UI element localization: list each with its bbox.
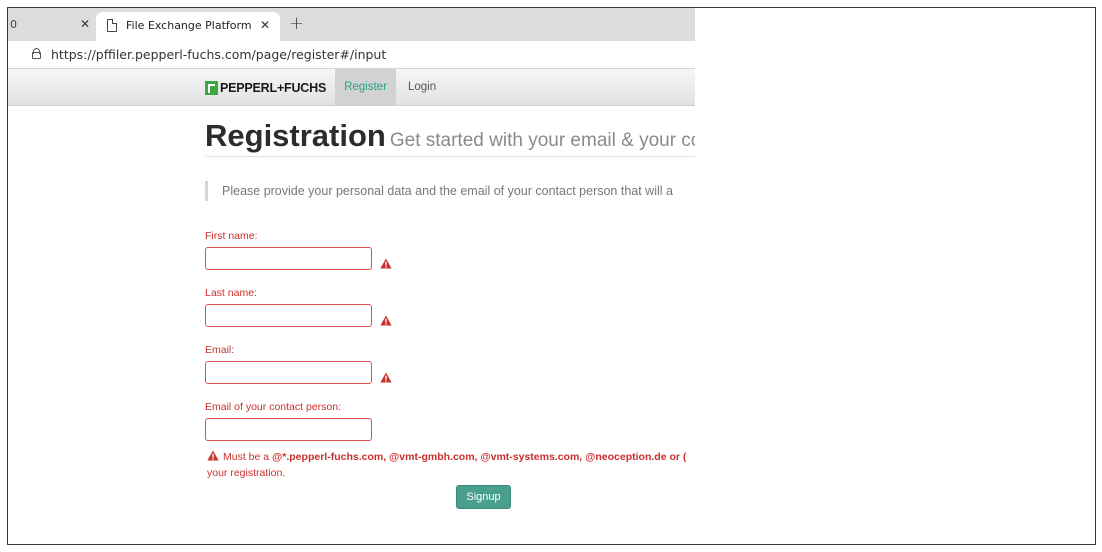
page-title: Registration	[205, 118, 386, 153]
tab-previous[interactable]: 0 ✕	[8, 8, 98, 41]
tab-previous-title: 0	[10, 18, 17, 31]
divider	[205, 156, 695, 157]
contact-email-error: Must be a @*.pepperl-fuchs.com, @vmt-gmb…	[207, 450, 686, 481]
page-subtitle: Get started with your email & your cor	[389, 130, 695, 151]
lock-icon[interactable]	[32, 48, 41, 59]
url-text[interactable]: https://pffiler.pepperl-fuchs.com/page/r…	[51, 47, 386, 62]
email-label: Email:	[205, 344, 235, 356]
tab-active-title: File Exchange Platform	[126, 19, 252, 32]
nav-login[interactable]: Login	[408, 69, 436, 106]
warning-icon	[380, 372, 392, 383]
contact-email-label: Email of your contact person:	[205, 401, 341, 413]
last-name-label: Last name:	[205, 287, 257, 299]
brand-logo[interactable]: PEPPERL+FUCHS	[205, 80, 326, 96]
last-name-field[interactable]	[205, 304, 372, 327]
page-icon	[107, 19, 117, 32]
error-domains: @*.pepperl-fuchs.com, @vmt-gmbh.com, @vm…	[272, 451, 687, 463]
browser-window: 0 ✕ File Exchange Platform ✕ + https://p…	[7, 7, 1096, 545]
signup-button[interactable]: Signup	[456, 485, 511, 509]
new-tab-icon[interactable]: +	[289, 13, 304, 34]
contact-email-field[interactable]	[205, 418, 372, 441]
logo-icon	[205, 81, 218, 95]
close-icon[interactable]: ✕	[260, 18, 270, 32]
first-name-label: First name:	[205, 230, 258, 242]
error-prefix: Must be a	[223, 451, 270, 463]
address-bar[interactable]: https://pffiler.pepperl-fuchs.com/page/r…	[8, 41, 695, 68]
browser-viewport: 0 ✕ File Exchange Platform ✕ + https://p…	[8, 8, 695, 544]
first-name-field[interactable]	[205, 247, 372, 270]
email-field[interactable]	[205, 361, 372, 384]
site-navbar: PEPPERL+FUCHS Register Login	[8, 68, 695, 106]
error-line-2: your registration.	[207, 467, 286, 479]
page-heading: Registration Get started with your email …	[205, 118, 695, 154]
tab-strip: 0 ✕ File Exchange Platform ✕ +	[8, 8, 695, 41]
info-notice: Please provide your personal data and th…	[205, 181, 673, 201]
warning-icon	[207, 450, 219, 466]
logo-text: PEPPERL+FUCHS	[220, 81, 327, 95]
nav-register[interactable]: Register	[335, 69, 396, 106]
close-icon[interactable]: ✕	[80, 17, 90, 31]
warning-icon	[380, 315, 392, 326]
tab-active[interactable]: File Exchange Platform ✕	[96, 12, 280, 41]
warning-icon	[380, 258, 392, 269]
